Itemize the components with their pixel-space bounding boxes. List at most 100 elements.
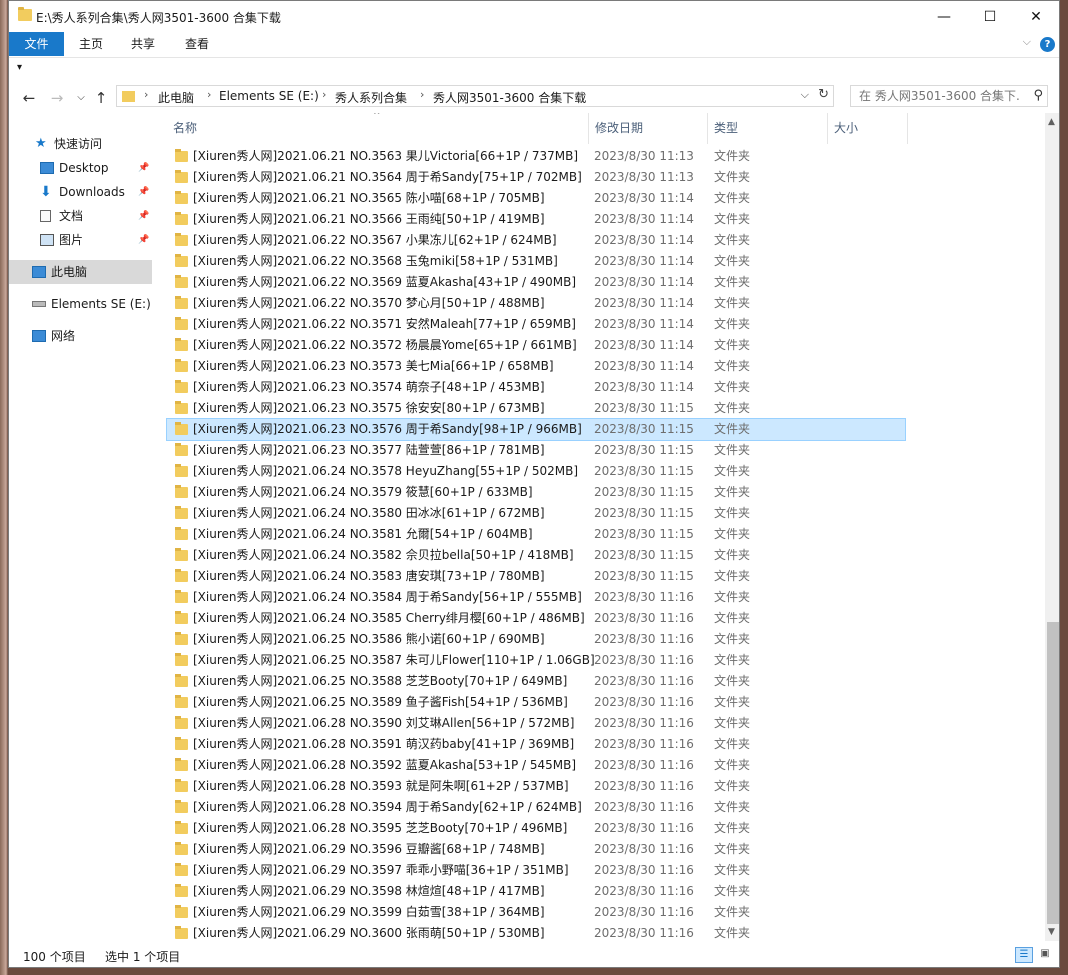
table-row[interactable]: [Xiuren秀人网]2021.06.24 NO.3584 周于希Sandy[5… — [167, 587, 905, 608]
table-row[interactable]: [Xiuren秀人网]2021.06.22 NO.3570 梦心月[50+1P … — [167, 293, 905, 314]
table-row[interactable]: [Xiuren秀人网]2021.06.29 NO.3596 豆瓣酱[68+1P … — [167, 839, 905, 860]
breadcrumb-separator-icon[interactable]: › — [322, 88, 326, 101]
sidebar-item[interactable]: ★ 快速访问 — [9, 132, 152, 156]
table-row[interactable]: [Xiuren秀人网]2021.06.28 NO.3590 刘艾琳Allen[5… — [167, 713, 905, 734]
recent-chevron-icon[interactable]: ⌵ — [71, 88, 91, 108]
pin-icon[interactable]: 📌 — [138, 228, 149, 252]
path-box[interactable]: › 此电脑 › Elements SE (E:) › 秀人系列合集 › 秀人网3… — [116, 85, 834, 107]
table-row[interactable]: [Xiuren秀人网]2021.06.25 NO.3588 芝芝Booty[70… — [167, 671, 905, 692]
table-row[interactable]: [Xiuren秀人网]2021.06.21 NO.3566 王雨纯[50+1P … — [167, 209, 905, 230]
maximize-button[interactable]: ☐ — [967, 1, 1013, 32]
table-row[interactable]: [Xiuren秀人网]2021.06.25 NO.3586 熊小诺[60+1P … — [167, 629, 905, 650]
table-row[interactable]: [Xiuren秀人网]2021.06.24 NO.3581 允爾[54+1P /… — [167, 524, 905, 545]
table-row[interactable]: [Xiuren秀人网]2021.06.28 NO.3593 就是阿朱啊[61+2… — [167, 776, 905, 797]
forward-arrow-icon[interactable]: → — [47, 88, 67, 108]
table-row[interactable]: [Xiuren秀人网]2021.06.29 NO.3600 张雨萌[50+1P … — [167, 923, 905, 941]
table-row[interactable]: [Xiuren秀人网]2021.06.22 NO.3569 蓝夏Akasha[4… — [167, 272, 905, 293]
refresh-icon[interactable]: ↻ — [818, 87, 829, 102]
tab-home[interactable]: 主页 — [67, 32, 115, 56]
column-divider[interactable] — [827, 113, 828, 144]
sidebar-item[interactable]: 网络 — [9, 324, 152, 348]
sidebar-item[interactable]: ⬇ Downloads 📌 — [9, 180, 152, 204]
table-row[interactable]: [Xiuren秀人网]2021.06.28 NO.3592 蓝夏Akasha[5… — [167, 755, 905, 776]
pin-icon[interactable]: 📌 — [138, 204, 149, 228]
table-row[interactable]: [Xiuren秀人网]2021.06.23 NO.3577 陆萱萱[86+1P … — [167, 440, 905, 461]
vertical-scrollbar[interactable]: ▲ ▼ — [1045, 113, 1059, 941]
table-row[interactable]: [Xiuren秀人网]2021.06.22 NO.3572 杨晨晨Yome[65… — [167, 335, 905, 356]
table-row[interactable]: [Xiuren秀人网]2021.06.29 NO.3598 林煊煊[48+1P … — [167, 881, 905, 902]
table-row[interactable]: [Xiuren秀人网]2021.06.24 NO.3583 唐安琪[73+1P … — [167, 566, 905, 587]
sidebar-item[interactable]: 此电脑 — [9, 260, 152, 284]
breadcrumb-separator-icon[interactable]: › — [420, 88, 424, 101]
minimize-button[interactable]: — — [921, 1, 967, 32]
table-row[interactable]: [Xiuren秀人网]2021.06.28 NO.3591 萌汉药baby[41… — [167, 734, 905, 755]
scrollbar-thumb[interactable] — [1047, 622, 1059, 924]
table-row[interactable]: [Xiuren秀人网]2021.06.21 NO.3564 周于希Sandy[7… — [167, 167, 905, 188]
pin-icon[interactable]: 📌 — [138, 156, 149, 180]
tab-share[interactable]: 共享 — [119, 32, 167, 56]
table-row[interactable]: [Xiuren秀人网]2021.06.22 NO.3567 小果冻儿[62+1P… — [167, 230, 905, 251]
table-row[interactable]: [Xiuren秀人网]2021.06.24 NO.3582 佘贝拉bella[5… — [167, 545, 905, 566]
large-icons-view-icon[interactable]: ▣ — [1036, 947, 1054, 963]
address-dropdown-icon[interactable]: ⌵ — [801, 88, 809, 102]
table-row[interactable]: [Xiuren秀人网]2021.06.23 NO.3574 萌奈子[48+1P … — [167, 377, 905, 398]
table-row[interactable]: [Xiuren秀人网]2021.06.23 NO.3575 徐安安[80+1P … — [167, 398, 905, 419]
sidebar-item[interactable]: 图片 📌 — [9, 228, 152, 252]
breadcrumb-drive[interactable]: Elements SE (E:) — [219, 89, 319, 103]
table-row[interactable]: [Xiuren秀人网]2021.06.22 NO.3571 安然Maleah[7… — [167, 314, 905, 335]
search-icon[interactable]: ⚲ — [1033, 88, 1043, 103]
folder-icon — [175, 527, 188, 540]
pin-icon[interactable]: 📌 — [138, 180, 149, 204]
sidebar-item[interactable]: Elements SE (E:) — [9, 292, 152, 316]
file-date: 2023/8/30 11:14 — [594, 212, 694, 226]
column-type[interactable]: 类型 — [714, 113, 738, 144]
table-row[interactable]: [Xiuren秀人网]2021.06.21 NO.3565 陈小喵[68+1P … — [167, 188, 905, 209]
table-row[interactable]: [Xiuren秀人网]2021.06.28 NO.3594 周于希Sandy[6… — [167, 797, 905, 818]
column-divider[interactable] — [588, 113, 589, 144]
table-row[interactable]: [Xiuren秀人网]2021.06.24 NO.3580 田冰冰[61+1P … — [167, 503, 905, 524]
breadcrumb-this-pc[interactable]: 此电脑 — [158, 89, 194, 106]
chevron-down-icon[interactable]: ⌵ — [1023, 35, 1031, 49]
table-row[interactable]: [Xiuren秀人网]2021.06.23 NO.3573 美七Mia[66+1… — [167, 356, 905, 377]
file-name: [Xiuren秀人网]2021.06.29 NO.3600 张雨萌[50+1P … — [193, 926, 545, 940]
file-name: [Xiuren秀人网]2021.06.28 NO.3593 就是阿朱啊[61+2… — [193, 779, 569, 793]
breadcrumb-current[interactable]: 秀人网3501-3600 合集下载 — [433, 89, 586, 106]
close-button[interactable]: ✕ — [1013, 1, 1059, 32]
column-date[interactable]: 修改日期 — [595, 113, 643, 144]
scroll-up-arrow-icon[interactable]: ▲ — [1048, 117, 1055, 127]
sidebar-item[interactable]: Desktop 📌 — [9, 156, 152, 180]
download-icon: ⬇ — [40, 184, 52, 200]
table-row[interactable]: [Xiuren秀人网]2021.06.22 NO.3568 玉兔miki[58+… — [167, 251, 905, 272]
tab-file[interactable]: 文件 — [9, 32, 64, 56]
scroll-down-arrow-icon[interactable]: ▼ — [1048, 927, 1055, 937]
breadcrumb-separator-icon[interactable]: › — [144, 88, 148, 101]
table-row[interactable]: [Xiuren秀人网]2021.06.24 NO.3578 HeyuZhang[… — [167, 461, 905, 482]
quick-access-toolbar: ▾ — [9, 58, 1059, 82]
column-size[interactable]: 大小 — [834, 113, 858, 144]
folder-icon — [175, 380, 188, 393]
table-row[interactable]: [Xiuren秀人网]2021.06.29 NO.3597 乖乖小野喵[36+1… — [167, 860, 905, 881]
table-row[interactable]: [Xiuren秀人网]2021.06.23 NO.3576 周于希Sandy[9… — [166, 418, 906, 441]
table-row[interactable]: [Xiuren秀人网]2021.06.29 NO.3599 白茹雪[38+1P … — [167, 902, 905, 923]
file-type: 文件夹 — [714, 422, 751, 436]
table-row[interactable]: [Xiuren秀人网]2021.06.25 NO.3589 鱼子酱Fish[54… — [167, 692, 905, 713]
table-row[interactable]: [Xiuren秀人网]2021.06.28 NO.3595 芝芝Booty[70… — [167, 818, 905, 839]
title-bar[interactable]: E:\秀人系列合集\秀人网3501-3600 合集下载 — ☐ ✕ — [9, 1, 1059, 32]
column-divider[interactable] — [707, 113, 708, 144]
table-row[interactable]: [Xiuren秀人网]2021.06.25 NO.3587 朱可儿Flower[… — [167, 650, 905, 671]
up-arrow-icon[interactable]: ↑ — [91, 88, 111, 108]
search-input[interactable] — [857, 88, 1021, 104]
help-icon[interactable]: ? — [1040, 37, 1055, 52]
column-divider[interactable] — [907, 113, 908, 144]
table-row[interactable]: [Xiuren秀人网]2021.06.24 NO.3585 Cherry绯月樱[… — [167, 608, 905, 629]
back-arrow-icon[interactable]: ← — [19, 88, 39, 108]
details-view-icon[interactable]: ☰ — [1015, 947, 1033, 963]
customize-toolbar-icon[interactable]: ▾ — [17, 62, 22, 73]
sidebar-item[interactable]: 文档 📌 — [9, 204, 152, 228]
tab-view[interactable]: 查看 — [173, 32, 221, 56]
column-name[interactable]: 名称 — [173, 113, 197, 144]
breadcrumb-series[interactable]: 秀人系列合集 — [335, 89, 407, 106]
table-row[interactable]: [Xiuren秀人网]2021.06.21 NO.3563 果儿Victoria… — [167, 146, 905, 167]
table-row[interactable]: [Xiuren秀人网]2021.06.24 NO.3579 筱慧[60+1P /… — [167, 482, 905, 503]
breadcrumb-separator-icon[interactable]: › — [207, 88, 211, 101]
